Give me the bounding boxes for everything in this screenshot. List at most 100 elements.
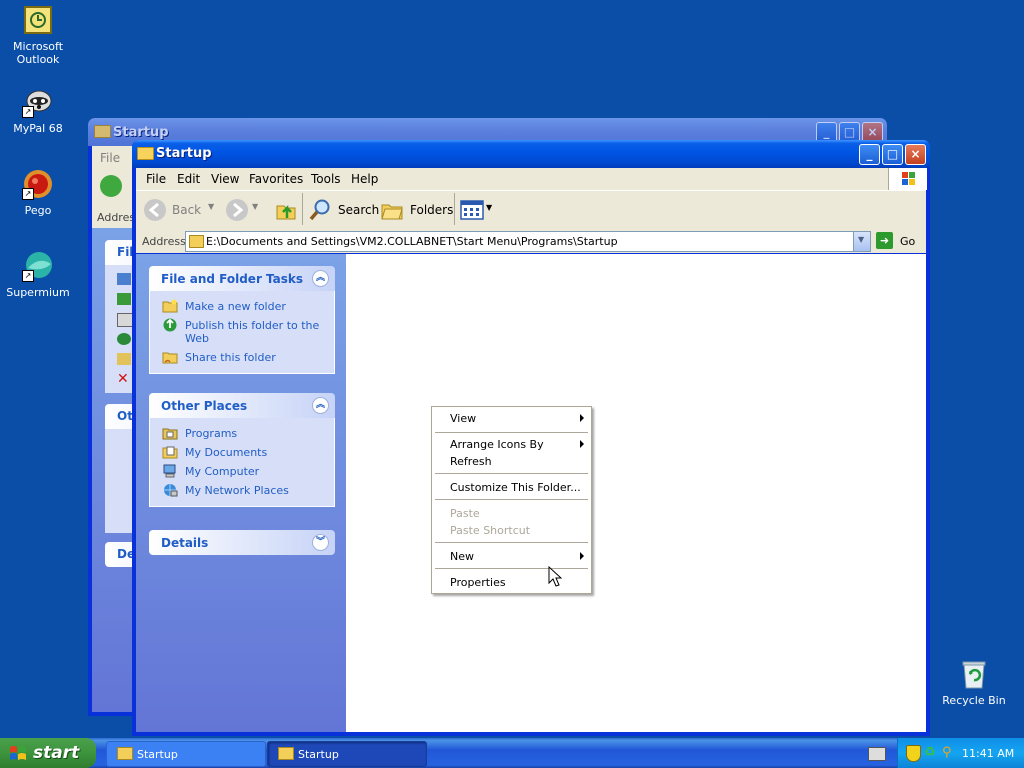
task-share-folder[interactable]: Share this folder [150,348,334,367]
menu-item-new[interactable]: New [450,550,474,563]
panel-title: File and Folder Tasks [161,272,304,286]
views-icon [460,200,484,220]
menu-separator [435,499,588,500]
go-button[interactable]: ➜ Go [876,231,920,251]
maximize-icon: □ [886,147,899,161]
place-programs[interactable]: Programs [150,424,334,443]
window-titlebar[interactable]: Startup _ □ × [132,140,930,168]
menu-item-arrange-icons[interactable]: Arrange Icons By [450,438,544,451]
place-label: My Network Places [185,484,289,497]
menu-help[interactable]: Help [351,172,378,186]
my-computer-icon [163,464,176,478]
menu-view[interactable]: View [211,172,239,186]
menu-favorites[interactable]: Favorites [249,172,303,186]
desktop-icon-outlook[interactable]: Microsoft Outlook [0,4,76,66]
folder-icon [117,353,131,365]
address-field[interactable]: E:\Documents and Settings\VM2.COLLABNET\… [185,231,871,252]
folders-icon [381,204,403,220]
windows-flag-icon [10,746,26,760]
desktop-icon-label: Supermium [6,286,70,299]
folder-icon [94,125,111,138]
place-label: My Computer [185,465,260,478]
close-icon: × [910,147,921,161]
network-icon[interactable]: ♻ [924,745,938,760]
menu-file[interactable]: File [146,172,166,186]
mouse-cursor-icon [548,566,562,587]
toolbar-separator [454,193,455,225]
menubar: File Edit View Favorites Tools Help [136,168,927,190]
desktop-icon-label: Recycle Bin [942,694,1006,707]
task-label: Share this folder [185,351,276,364]
back-arrow-icon[interactable] [100,175,122,197]
toolbar: Back ▼ ▼ Search Folders ▼ [136,190,926,230]
panel-header[interactable]: File and Folder Tasks ︽ [149,266,335,291]
menu-item-properties[interactable]: Properties [450,576,506,589]
task-make-new-folder[interactable]: Make a new folder [150,297,334,316]
system-tray: ♻ ⚲ 11:41 AM [897,738,1024,768]
menu-separator [435,542,588,543]
place-my-documents[interactable]: My Documents [150,443,334,462]
file-icon [117,293,131,305]
start-button[interactable]: start [0,738,96,768]
taskbar-item-startup[interactable]: Startup [106,741,266,767]
back-window-title: Startup [113,125,169,140]
desktop-icon-mypal[interactable]: ↗ MyPal 68 [0,86,76,135]
expand-icon[interactable]: ︾ [312,534,329,551]
back-button[interactable]: Back ▼ [144,199,224,223]
address-dropdown-button[interactable]: ▼ [853,232,870,251]
panel-header[interactable]: Details ︾ [149,530,335,555]
chevron-down-icon: ▼ [486,203,493,212]
menu-edit[interactable]: Edit [177,172,200,186]
taskbar-item-label: Startup [137,748,178,761]
back-label: Back [172,203,202,217]
submenu-arrow-icon [580,414,584,422]
up-folder-button[interactable] [274,198,298,222]
folder-icon [278,747,294,760]
menu-item-refresh[interactable]: Refresh [450,455,492,468]
search-icon[interactable]: ⚲ [942,745,956,760]
my-documents-icon [162,446,178,459]
desktop-icon-pego[interactable]: ↗ Pego [0,168,76,217]
desktop-icon-label: MyPal 68 [13,122,63,135]
maximize-button[interactable]: □ [882,144,903,165]
menu-file[interactable]: File [100,151,120,165]
close-button[interactable]: × [905,144,926,165]
shortcut-arrow-icon: ↗ [22,188,34,200]
place-my-network-places[interactable]: My Network Places [150,481,334,500]
supermium-icon: ↗ [22,250,54,282]
desktop-icon-supermium[interactable]: ↗ Supermium [0,250,76,299]
menu-item-customize[interactable]: Customize This Folder... [450,481,581,494]
start-label: start [33,743,80,763]
collapse-icon[interactable]: ︽ [312,397,329,414]
pego-icon: ↗ [22,168,54,200]
desktop-icon-recycle-bin[interactable]: Recycle Bin [936,658,1012,707]
panel-body: Make a new folder Publish this folder to… [149,291,335,374]
security-shield-icon[interactable] [906,745,921,762]
menu-tools[interactable]: Tools [311,172,341,186]
folder-icon [189,235,204,248]
taskbar-item-startup-active[interactable]: Startup [267,741,427,767]
publish-web-icon [163,318,177,332]
views-button[interactable]: ▼ [460,199,496,221]
keyboard-icon[interactable] [868,747,886,761]
collapse-icon[interactable]: ︽ [312,270,329,287]
clock[interactable]: 11:41 AM [962,747,1014,760]
folders-button[interactable]: Folders [380,198,453,222]
windows-logo-icon [888,168,927,190]
minimize-button[interactable]: _ [859,144,880,165]
menu-separator [435,473,588,474]
globe-icon [117,333,131,345]
chevron-down-icon: ▼ [208,202,215,211]
task-publish-folder[interactable]: Publish this folder to the Web [150,316,334,348]
recycle-bin-icon [958,658,990,690]
address-label: Address [142,235,186,248]
menu-item-view[interactable]: View [450,412,476,425]
place-my-computer[interactable]: My Computer [150,462,334,481]
panel-header[interactable]: Other Places ︽ [149,393,335,418]
shortcut-arrow-icon: ↗ [22,106,34,118]
panel-title: Details [161,536,209,550]
back-arrow-icon [144,199,166,221]
panel-body: Programs My Documents My Computer My Net… [149,418,335,507]
search-button[interactable]: Search [308,198,379,222]
forward-button[interactable]: ▼ [226,199,262,223]
